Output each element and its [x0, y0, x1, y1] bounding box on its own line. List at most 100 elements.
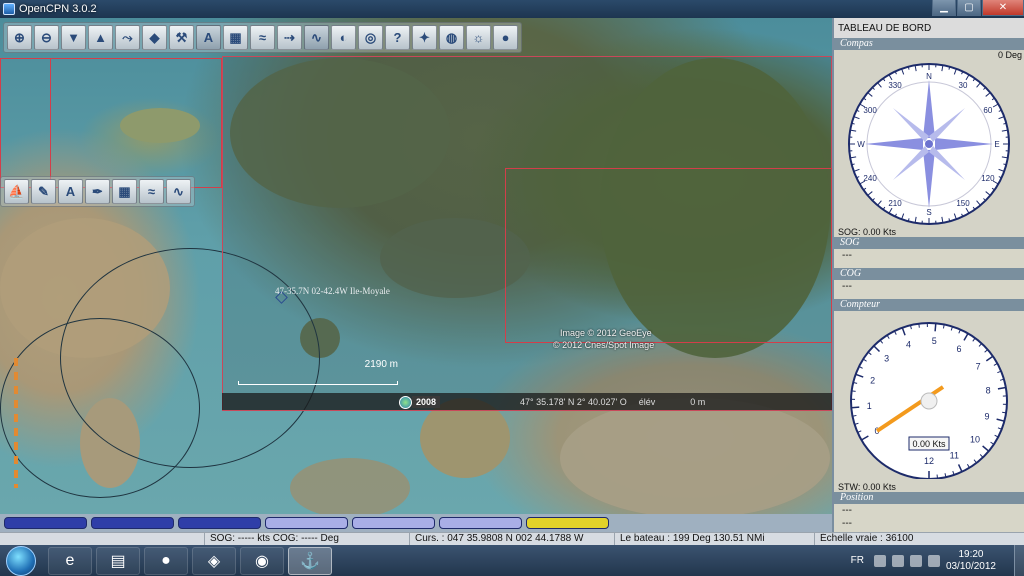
opencpn-app-icon: [3, 3, 15, 15]
opencpn-taskbar-button[interactable]: ⚓: [288, 546, 332, 575]
chart-tool-button[interactable]: ▦: [112, 179, 137, 204]
speed-scale-label: 1: [867, 401, 872, 411]
pencil-icon: ✎: [38, 183, 49, 199]
route-leg: [14, 358, 18, 488]
tide-tool-button[interactable]: ≈: [250, 25, 275, 50]
sog-section-header: SOG: [834, 237, 1024, 249]
chart-canvas[interactable]: 47-35.7N 02-42.4W Ile-Moyale Image © 201…: [0, 18, 832, 514]
mob-tool-button[interactable]: ◎: [358, 25, 383, 50]
globe-tool-button[interactable]: ◍: [439, 25, 464, 50]
dashboard-panel: TABLEAU DE BORD Compas 0 Deg N 30 60 E 120 15…: [832, 18, 1024, 532]
dashboard-title: TABLEAU DE BORD: [838, 22, 932, 34]
file-explorer-icon: ▤: [110, 552, 126, 570]
zoom-in-tool-button[interactable]: ⊕: [7, 25, 32, 50]
network-icon[interactable]: [909, 554, 922, 567]
volume-icon[interactable]: [927, 554, 940, 567]
chart-boundary: [50, 58, 222, 188]
piano-key[interactable]: [4, 517, 87, 529]
text-icon: A: [203, 30, 214, 45]
ais-tool-button[interactable]: ◆: [142, 25, 167, 50]
speed-scale-label: 11: [950, 450, 959, 460]
imaging-app-taskbar-button[interactable]: ◈: [192, 546, 236, 575]
elevation-label: élév: [638, 396, 656, 407]
start-button[interactable]: [6, 545, 36, 576]
chart-icon: ▦: [229, 29, 242, 45]
plugin-icon: ✦: [419, 29, 430, 45]
boat-icon: ⛵: [8, 183, 25, 199]
speed-scale-label: 6: [956, 344, 961, 354]
tools-tool-button[interactable]: ⚒: [169, 25, 194, 50]
route-tool-button[interactable]: ⤳: [115, 25, 140, 50]
opencpn-icon: ⚓: [300, 552, 320, 570]
text-tool-button[interactable]: A: [58, 179, 83, 204]
flag-icon[interactable]: [891, 554, 904, 567]
scale-up-icon: ▲: [94, 30, 107, 45]
piano-key[interactable]: [439, 517, 522, 529]
track-tool-button[interactable]: ∿: [166, 179, 191, 204]
piano-key[interactable]: [265, 517, 348, 529]
piano-key[interactable]: [178, 517, 261, 529]
earth-tool-button[interactable]: ●: [493, 25, 518, 50]
earth-globe-icon[interactable]: [399, 396, 412, 409]
speedometer-section-header: Compteur: [834, 299, 1024, 311]
clock[interactable]: 19:20 03/10/2012: [946, 549, 996, 573]
cog-value: ---: [842, 281, 852, 292]
plugin-tool-button[interactable]: ✦: [412, 25, 437, 50]
cog-section-header: COG: [834, 268, 1024, 280]
piano-key[interactable]: [352, 517, 435, 529]
compass-label: W: [857, 140, 865, 149]
internet-explorer-taskbar-button[interactable]: e: [48, 546, 92, 575]
windows-taskbar: e ▤ ● ◈ ◉ ⚓ FR 19:20 03/10/2012: [0, 545, 1024, 576]
scale-up-tool-button[interactable]: ▲: [88, 25, 113, 50]
zoom-out-tool-button[interactable]: ⊖: [34, 25, 59, 50]
imagery-attribution: Image © 2012 GeoEye: [560, 328, 652, 338]
waypoint-label: 47-35.7N 02-42.4W Ile-Moyale: [275, 286, 390, 296]
maximize-button[interactable]: ▢: [957, 0, 981, 16]
speed-tick: [934, 323, 937, 332]
weather-tool-button[interactable]: ☼: [466, 25, 491, 50]
chart-tool-button[interactable]: ▦: [223, 25, 248, 50]
dashboard-title-bar: TABLEAU DE BORD: [834, 18, 1024, 38]
minimize-button[interactable]: ▁: [932, 0, 956, 16]
route-icon: ⤳: [122, 29, 133, 45]
current-icon: ⇢: [284, 29, 295, 45]
show-desktop-button[interactable]: [1014, 545, 1024, 576]
scale-down-tool-button[interactable]: ▼: [61, 25, 86, 50]
land-area: [290, 458, 410, 514]
mob-icon: ◎: [364, 29, 377, 45]
text-tool-button[interactable]: A: [196, 25, 221, 50]
track-tool-button[interactable]: ∿: [304, 25, 329, 50]
color-scheme-tool-button[interactable]: ◐: [331, 25, 356, 50]
speed-scale-label: 4: [906, 340, 911, 350]
compass-label: 120: [981, 174, 995, 183]
internet-explorer-icon: e: [65, 551, 75, 569]
file-explorer-taskbar-button[interactable]: ▤: [96, 546, 140, 575]
tide-icon: ≈: [258, 30, 267, 45]
media-orb-taskbar-button[interactable]: ●: [144, 546, 188, 575]
status-scale: Échelle vraie : 36100: [820, 533, 914, 544]
pencil-tool-button[interactable]: ✎: [31, 179, 56, 204]
language-indicator[interactable]: FR: [851, 555, 864, 566]
current-tool-button[interactable]: ⇢: [277, 25, 302, 50]
tide-tool-button[interactable]: ≈: [139, 179, 164, 204]
boat-tool-button[interactable]: ⛵: [4, 179, 29, 204]
tray-arrow-icon[interactable]: [873, 554, 886, 567]
pen-tool-button[interactable]: ✒: [85, 179, 110, 204]
piano-key[interactable]: [526, 517, 609, 529]
zoom-in-icon: ⊕: [14, 29, 25, 45]
close-button[interactable]: ✕: [982, 0, 1024, 16]
piano-key[interactable]: [91, 517, 174, 529]
sog-value: ---: [842, 250, 852, 261]
status-boat: Le bateau : 199 Deg 130.51 NMi: [615, 533, 815, 545]
text-icon: A: [65, 184, 76, 199]
compass-panel: 0 Deg N 30 60 E 120 150 S 210 240 W 300 330 SOG: 0.…: [834, 50, 1024, 237]
help-tool-button[interactable]: ?: [385, 25, 410, 50]
window-title: OpenCPN 3.0.2: [19, 3, 97, 15]
speed-tick: [1002, 411, 1007, 414]
status-cursor: Curs. : 047 35.9808 N 002 44.1788 W: [410, 533, 615, 545]
chrome-taskbar-button[interactable]: ◉: [240, 546, 284, 575]
chart-icon: ▦: [118, 183, 131, 199]
track-icon: ∿: [173, 183, 184, 199]
scale-bar-label: 2190 m: [364, 359, 398, 370]
speed-scale-label: 10: [970, 435, 980, 445]
